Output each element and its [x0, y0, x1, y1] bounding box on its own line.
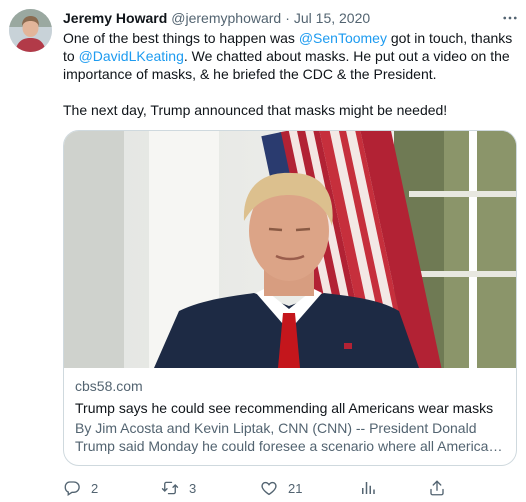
text-segment: One of the best things to happen was [63, 30, 299, 46]
mention-davidlkeating[interactable]: @DavidLKeating [79, 48, 184, 64]
tweet-paragraph-1: One of the best things to happen was @Se… [63, 29, 515, 83]
card-info: cbs58.com Trump says he could see recomm… [64, 369, 516, 455]
reply-button[interactable]: 2 [63, 478, 98, 498]
views-button[interactable] [359, 478, 377, 498]
mention-sentoomey[interactable]: @SenToomey [299, 30, 387, 46]
share-button[interactable] [428, 478, 446, 498]
card-title: Trump says he could see recommending all… [75, 400, 494, 416]
card-description: By Jim Acosta and Kevin Liptak, CNN (CNN… [75, 420, 504, 454]
share-icon [430, 480, 444, 496]
like-button[interactable]: 21 [260, 478, 302, 498]
tweet-paragraph-2: The next day, Trump announced that masks… [63, 102, 448, 118]
tweet-text: One of the best things to happen was @Se… [63, 29, 515, 119]
card-image [64, 131, 516, 368]
tweet-header: Jeremy Howard @jeremyphoward · Jul 15, 2… [63, 9, 370, 27]
like-icon [261, 481, 277, 496]
avatar[interactable] [9, 9, 52, 52]
separator-dot: · [285, 10, 290, 26]
retweet-button[interactable]: 3 [161, 478, 196, 498]
author-handle[interactable]: @jeremyphoward [171, 10, 281, 26]
tweet[interactable]: Jeremy Howard @jeremyphoward · Jul 15, 2… [0, 0, 526, 502]
tweet-date[interactable]: Jul 15, 2020 [294, 10, 370, 26]
reply-icon [64, 481, 80, 496]
more-icon[interactable] [500, 9, 520, 27]
like-count: 21 [288, 480, 303, 496]
avatar-image [9, 9, 52, 52]
retweet-icon [161, 481, 179, 495]
link-card[interactable]: cbs58.com Trump says he could see recomm… [63, 130, 517, 466]
views-icon [362, 482, 375, 494]
card-domain: cbs58.com [75, 378, 143, 394]
author-name[interactable]: Jeremy Howard [63, 10, 167, 26]
tweet-actions: 2 3 21 [63, 478, 473, 498]
reply-count: 2 [91, 480, 99, 496]
retweet-count: 3 [189, 480, 197, 496]
